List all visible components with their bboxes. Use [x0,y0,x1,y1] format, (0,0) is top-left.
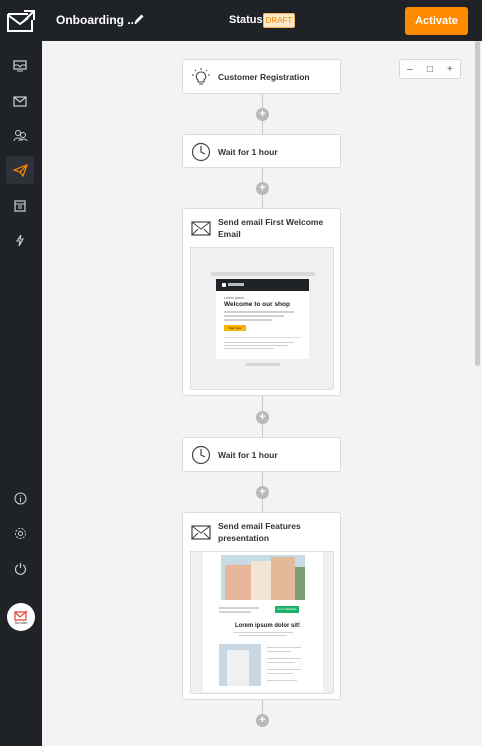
add-step-button[interactable]: + [256,108,269,121]
gear-icon [14,527,26,539]
brand-badge-label: Sender [14,619,28,625]
envelope-icon [191,221,211,236]
workflow-step-trigger[interactable]: Customer Registration [182,59,341,94]
zoom-in-button[interactable]: + [447,64,453,75]
users-icon [13,129,27,141]
add-step-button[interactable]: + [256,411,269,424]
lightbulb-icon [192,68,210,85]
step-label: Send email First Welcome Email [218,217,324,239]
clock-icon [191,142,211,162]
step-label: Send email Features presentation [218,521,301,543]
envelope-icon [191,525,211,540]
workflow-step-wait[interactable]: Wait for 1 hour [182,437,341,472]
nav-forms[interactable] [6,191,34,219]
email-preview-body: Lorem ipsum Welcome to our shop Start no… [216,279,309,359]
campaign-title[interactable]: Onboarding ... [56,13,137,27]
nav-logout[interactable] [6,554,34,582]
nav-subscribers[interactable] [6,121,34,149]
zoom-out-button[interactable]: – [407,64,413,75]
info-icon [14,492,26,504]
logo-icon[interactable] [6,8,36,34]
step-label: Wait for 1 hour [218,147,278,157]
nav-settings[interactable] [6,519,34,547]
status-badge: DRAFT [263,13,295,28]
zoom-fit-button[interactable]: □ [427,64,433,75]
envelope-icon [13,95,27,107]
add-step-button[interactable]: + [256,182,269,195]
nav-integrations[interactable] [6,226,34,254]
add-step-button[interactable]: + [256,714,269,727]
email-preview-headline: Lorem ipsum dolor sit! [235,623,301,629]
email-preview[interactable]: Go to Website Lorem ipsum dolor sit! [190,551,334,694]
top-bar: Onboarding ... Status: DRAFT Activate [42,0,482,41]
email-preview-body: Go to Website Lorem ipsum dolor sit! [203,552,323,692]
power-icon [14,562,26,575]
step-label: Wait for 1 hour [218,450,278,460]
email-preview[interactable]: Lorem ipsum Welcome to our shop Start no… [190,247,334,390]
calendar-icon [14,199,26,212]
workflow-step-wait[interactable]: Wait for 1 hour [182,134,341,168]
nav-campaigns[interactable] [6,87,34,115]
nav-info[interactable] [6,484,34,512]
nav-automation[interactable] [6,156,34,184]
monitor-icon [13,60,27,72]
clock-icon [191,445,211,465]
workflow-step-email[interactable]: Send email First Welcome Email Lorem ips… [182,208,341,396]
pencil-icon[interactable] [133,13,145,25]
paper-plane-icon [12,163,28,177]
email-preview-headline: Welcome to our shop [224,301,290,308]
activate-button[interactable]: Activate [405,7,468,35]
sidebar: Sender [0,0,42,746]
workflow-step-email[interactable]: Send email Features presentation Go to W… [182,512,341,700]
status-label: Status: [229,14,267,26]
scrollbar[interactable] [475,41,480,366]
zoom-controls: – □ + [399,59,461,79]
add-step-button[interactable]: + [256,486,269,499]
lightning-icon [15,234,24,246]
step-label: Customer Registration [218,72,310,82]
nav-dashboard[interactable] [6,52,34,80]
brand-badge[interactable]: Sender [7,603,35,631]
